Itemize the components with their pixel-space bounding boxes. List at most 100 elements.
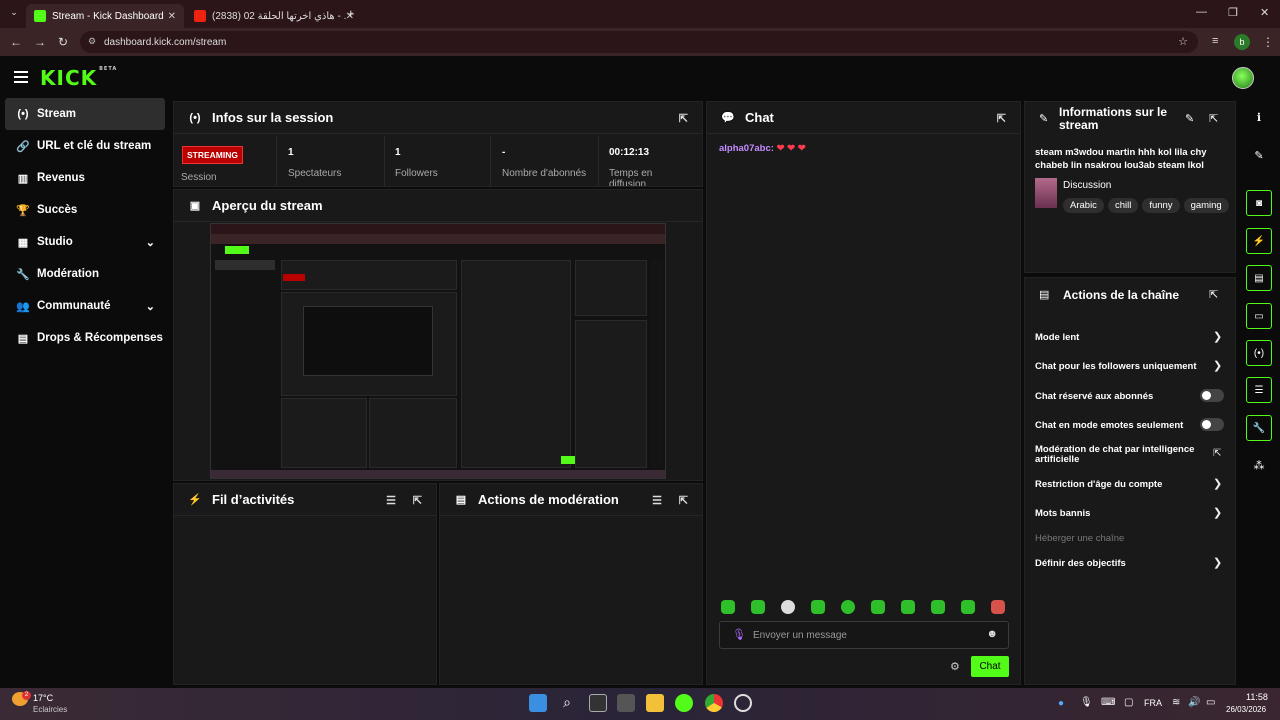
clock-time[interactable]: 11:58 (1246, 692, 1268, 702)
action-slow-mode[interactable]: Mode lent (1035, 332, 1225, 343)
reload-icon[interactable]: ↻ (58, 35, 68, 49)
wrench-icon: 🔧 (16, 268, 30, 281)
filter-icon[interactable]: ☰ (386, 494, 396, 507)
preview-channel-actions (575, 320, 647, 468)
emote-icon[interactable] (721, 600, 735, 614)
more-widgets-icon[interactable]: ⁂ (1246, 452, 1272, 478)
sidebar-item-url-key[interactable]: 🔗 URL et clé du stream (5, 130, 165, 162)
action-age-restriction[interactable]: Restriction d'âge du compte (1035, 479, 1225, 490)
document-icon: ▤ (455, 494, 467, 506)
edit-pencil-icon[interactable]: ✎ (1246, 142, 1272, 168)
search-icon[interactable]: ⌕ (558, 694, 576, 712)
action-set-goals[interactable]: Définir des objectifs (1035, 558, 1225, 569)
tray-app-icon[interactable]: ● (1058, 698, 1064, 709)
kick-app-icon[interactable] (675, 694, 693, 712)
preview-url-bar (211, 234, 665, 244)
filter-icon[interactable]: ☰ (652, 494, 662, 507)
sidebar-item-drops[interactable]: ▤ Drops & Récompenses (5, 322, 165, 354)
microphone-icon[interactable]: 🎙 (732, 628, 746, 641)
url-input[interactable]: ⚙ dashboard.kick.com/stream ☆ (80, 31, 1198, 53)
emote-icon[interactable] (811, 600, 825, 614)
subscribers-only-toggle[interactable] (1200, 389, 1224, 402)
bookmark-star-icon[interactable]: ☆ (1178, 35, 1188, 48)
volume-icon[interactable]: 🔊 (1188, 697, 1200, 708)
popout-icon[interactable]: ⇱ (679, 112, 688, 125)
tab-list-chevron-icon[interactable]: ⌄ (6, 7, 22, 21)
broadcast-icon[interactable]: (•) (1246, 340, 1272, 366)
obs-icon[interactable] (734, 694, 752, 712)
kick-logo[interactable]: KICK BETA (40, 66, 117, 90)
preview-nav (215, 260, 275, 270)
emote-icon[interactable] (781, 600, 795, 614)
maximize-icon[interactable]: ❐ (1228, 6, 1238, 19)
emote-icon[interactable] (901, 600, 915, 614)
chat-message: alpha07abc: ❤ ❤ ❤ (719, 143, 806, 154)
site-info-icon[interactable]: ⚙ (88, 36, 96, 47)
weather-desc: Eclaircies (33, 705, 68, 714)
store-icon[interactable] (617, 694, 635, 712)
category-name[interactable]: Discussion (1063, 180, 1111, 191)
clock-date[interactable]: 26/03/2026 (1226, 705, 1266, 714)
sidebar-item-communaute[interactable]: 👥 Communauté ⌄ (5, 290, 165, 322)
profile-icon[interactable]: b (1234, 34, 1250, 50)
chat-settings-gear-icon[interactable]: ⚙ (950, 660, 960, 673)
media-controls-icon[interactable]: ≡ (1212, 35, 1218, 47)
wifi-icon[interactable]: ≋ (1172, 697, 1180, 708)
chat-username[interactable]: alpha07abc: (719, 143, 774, 154)
popout-icon[interactable]: ⇱ (1209, 288, 1218, 301)
battery-icon[interactable]: ▭ (1206, 697, 1215, 708)
input-language[interactable]: FRA (1144, 698, 1162, 708)
emoji-picker-icon[interactable]: ☻ (986, 628, 998, 640)
bolt-icon[interactable]: ⚡ (1246, 228, 1272, 254)
close-window-icon[interactable]: ✕ (1260, 6, 1269, 19)
action-followers-only[interactable]: Chat pour les followers uniquement (1035, 361, 1225, 372)
action-banned-words[interactable]: Mots bannis (1035, 508, 1225, 519)
file-explorer-icon[interactable] (646, 694, 664, 712)
browser-menu-icon[interactable]: ⋮ (1262, 35, 1274, 49)
popout-icon[interactable]: ⇱ (1209, 112, 1218, 125)
forward-icon[interactable]: → (34, 35, 46, 49)
sidebar-item-revenus[interactable]: ▥ Revenus (5, 162, 165, 194)
popout-icon[interactable]: ⇱ (997, 112, 1006, 125)
popout-icon[interactable]: ⇱ (679, 494, 688, 507)
info-icon[interactable]: ℹ (1246, 104, 1272, 130)
sidebar-item-stream[interactable]: (•) Stream (5, 98, 165, 130)
popout-icon[interactable]: ⇱ (413, 494, 422, 507)
new-tab-icon[interactable]: + (347, 6, 355, 21)
chevron-down-icon: ⌄ (145, 236, 155, 249)
emote-icon[interactable] (931, 600, 945, 614)
microphone-icon[interactable]: 🎙 (1080, 697, 1093, 708)
emotes-only-toggle[interactable] (1200, 418, 1224, 431)
sidebar-item-studio[interactable]: ▦ Studio ⌄ (5, 226, 165, 258)
sliders-icon[interactable]: ☰ (1246, 377, 1272, 403)
user-avatar[interactable] (1232, 67, 1254, 89)
sidebar-item-succes[interactable]: 🏆 Succès (5, 194, 165, 226)
emote-icon[interactable] (991, 600, 1005, 614)
minimize-icon[interactable]: — (1196, 6, 1207, 18)
document-icon[interactable]: ▤ (1246, 265, 1272, 291)
back-icon[interactable]: ← (10, 35, 22, 49)
hamburger-menu-icon[interactable] (14, 71, 28, 83)
chat-message-input[interactable]: 🎙 Envoyer un message ☻ (719, 621, 1009, 649)
stream-preview-video[interactable] (210, 223, 666, 479)
sidebar-item-moderation[interactable]: 🔧 Modération (5, 258, 165, 290)
emote-icon[interactable] (871, 600, 885, 614)
emote-icon[interactable] (961, 600, 975, 614)
tab-youtube[interactable]: (2838) هاذي اخرتها الحلقة 02 - ...e ✕ (186, 4, 362, 28)
task-view-icon[interactable] (589, 694, 607, 712)
windows-start-icon[interactable] (529, 694, 547, 712)
chrome-icon[interactable] (705, 694, 723, 712)
emote-icon[interactable] (751, 600, 765, 614)
wrench-icon[interactable]: 🔧 (1246, 415, 1272, 441)
keyboard-icon[interactable]: ⌨ (1101, 697, 1115, 708)
close-tab-icon[interactable]: ✕ (168, 11, 176, 22)
send-chat-button[interactable]: Chat (971, 656, 1009, 677)
action-ai-moderation[interactable]: Modération de chat par intelligence arti… (1035, 445, 1205, 465)
edit-pencil-icon[interactable]: ✎ (1185, 112, 1194, 125)
tab-kick-dashboard[interactable]: Stream - Kick Dashboard ✕ (26, 4, 184, 28)
tray-icon[interactable]: ▢ (1124, 697, 1133, 708)
chat-bubble-icon[interactable]: ▭ (1246, 303, 1272, 329)
beta-badge: BETA (99, 66, 118, 72)
preview-toggle-icon[interactable]: ◙ (1246, 190, 1272, 216)
emote-icon[interactable] (841, 600, 855, 614)
